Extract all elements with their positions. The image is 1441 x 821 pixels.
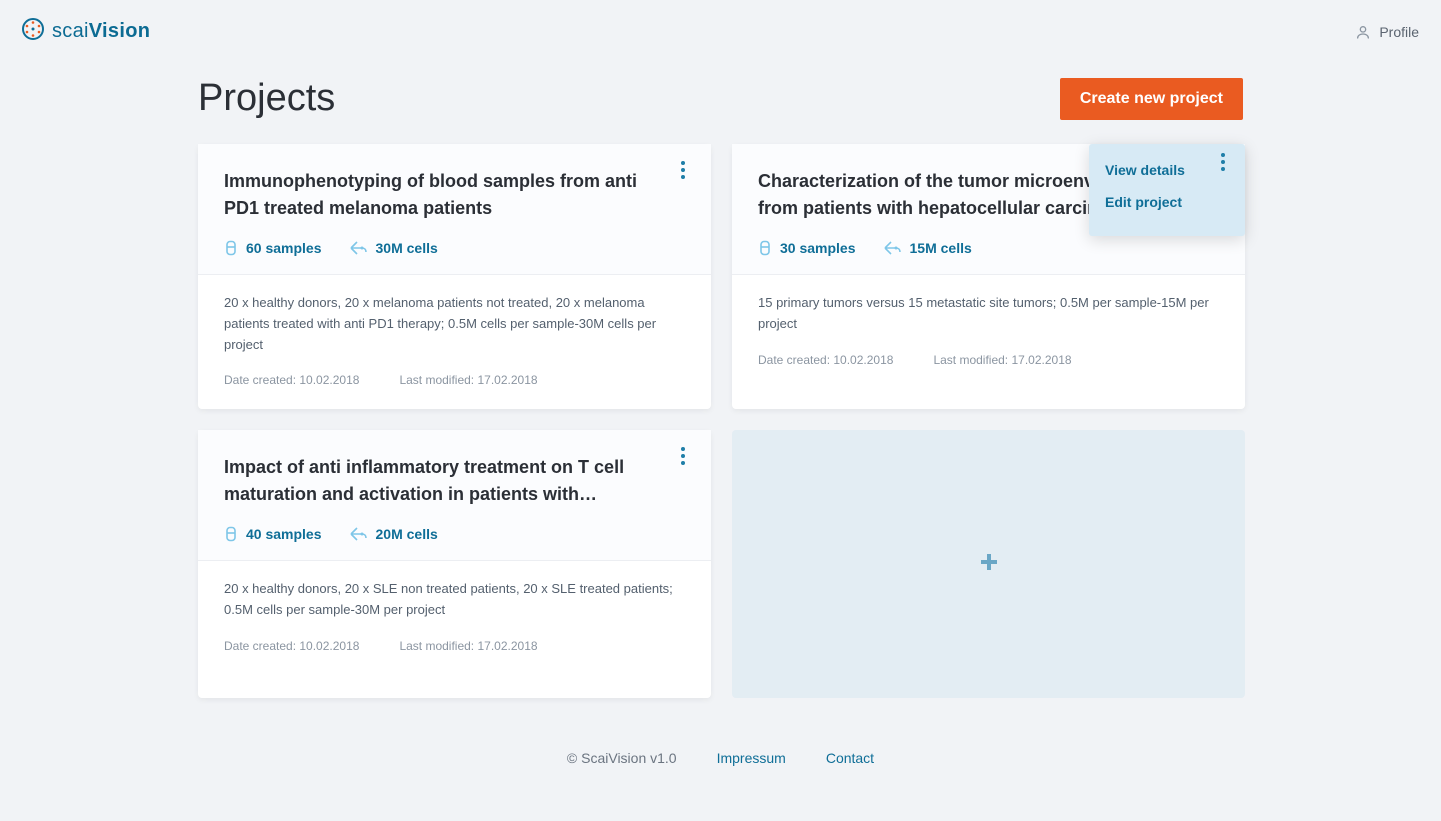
title-row: Projects Create new project [0,63,1441,144]
project-card-menu-button[interactable] [673,444,693,468]
project-meta: Date created: 10.02.2018 Last modified: … [224,639,685,653]
cells-label: 30M cells [376,240,438,256]
samples-stat: 30 samples [758,240,856,256]
copyright-text: © ScaiVision v1.0 [567,750,677,766]
project-description: 20 x healthy donors, 20 x SLE non treate… [224,579,685,621]
project-card[interactable]: Immunophenotyping of blood samples from … [198,144,711,409]
samples-stat: 40 samples [224,526,322,542]
project-card-bottom: 20 x healthy donors, 20 x SLE non treate… [198,561,711,675]
last-modified: Last modified: 17.02.2018 [399,639,537,653]
project-card-top: Impact of anti inflammatory treatment on… [198,430,711,561]
project-card[interactable]: Characterization of the tumor microenvir… [732,144,1245,409]
samples-stat: 60 samples [224,240,322,256]
samples-label: 40 samples [246,526,322,542]
project-title: Impact of anti inflammatory treatment on… [224,454,644,508]
contact-link[interactable]: Contact [826,750,874,766]
project-stats: 30 samples 15M cells [758,240,1219,256]
cells-stat: 20M cells [350,526,438,542]
project-grid: Immunophenotyping of blood samples from … [0,144,1441,736]
cells-label: 20M cells [376,526,438,542]
project-meta: Date created: 10.02.2018 Last modified: … [224,373,685,387]
menu-edit-project[interactable]: Edit project [1105,186,1229,218]
project-card-menu: View details Edit project [1089,144,1245,236]
cell-icon [350,240,368,256]
samples-label: 60 samples [246,240,322,256]
tube-icon [758,240,772,256]
cells-stat: 15M cells [884,240,972,256]
project-card-top: Immunophenotyping of blood samples from … [198,144,711,275]
date-created: Date created: 10.02.2018 [224,639,359,653]
date-created: Date created: 10.02.2018 [758,353,893,367]
samples-label: 30 samples [780,240,856,256]
cells-label: 15M cells [910,240,972,256]
brand-prefix: scai [52,20,89,42]
impressum-link[interactable]: Impressum [717,750,786,766]
brand-text: scaiVision [52,20,150,43]
project-stats: 60 samples 30M cells [224,240,685,256]
last-modified: Last modified: 17.02.2018 [399,373,537,387]
project-meta: Date created: 10.02.2018 Last modified: … [758,353,1219,367]
cells-stat: 30M cells [350,240,438,256]
project-card-menu-button[interactable] [1213,150,1233,174]
brand-mark-icon [22,18,44,45]
tube-icon [224,526,238,542]
brand-bold: Vision [89,20,150,42]
project-card[interactable]: Impact of anti inflammatory treatment on… [198,430,711,698]
plus-icon [980,553,998,576]
tube-icon [224,240,238,256]
cell-icon [350,526,368,542]
page-title: Projects [198,77,335,120]
date-created: Date created: 10.02.2018 [224,373,359,387]
project-card-bottom: 20 x healthy donors, 20 x melanoma patie… [198,275,711,409]
cell-icon [884,240,902,256]
menu-view-details[interactable]: View details [1105,154,1229,186]
project-card-bottom: 15 primary tumors versus 15 metastatic s… [732,275,1245,389]
profile-label: Profile [1379,24,1419,40]
brand-logo[interactable]: scaiVision [22,18,150,45]
project-description: 20 x healthy donors, 20 x melanoma patie… [224,293,685,355]
project-stats: 40 samples 20M cells [224,526,685,542]
header: scaiVision Profile [0,0,1441,63]
project-card-menu-button[interactable] [673,158,693,182]
user-icon [1355,24,1371,40]
last-modified: Last modified: 17.02.2018 [933,353,1071,367]
create-project-button[interactable]: Create new project [1060,78,1243,120]
project-description: 15 primary tumors versus 15 metastatic s… [758,293,1219,335]
project-title: Immunophenotyping of blood samples from … [224,168,644,222]
add-project-card[interactable] [732,430,1245,698]
profile-link[interactable]: Profile [1355,24,1419,40]
footer: © ScaiVision v1.0 Impressum Contact [0,736,1441,788]
